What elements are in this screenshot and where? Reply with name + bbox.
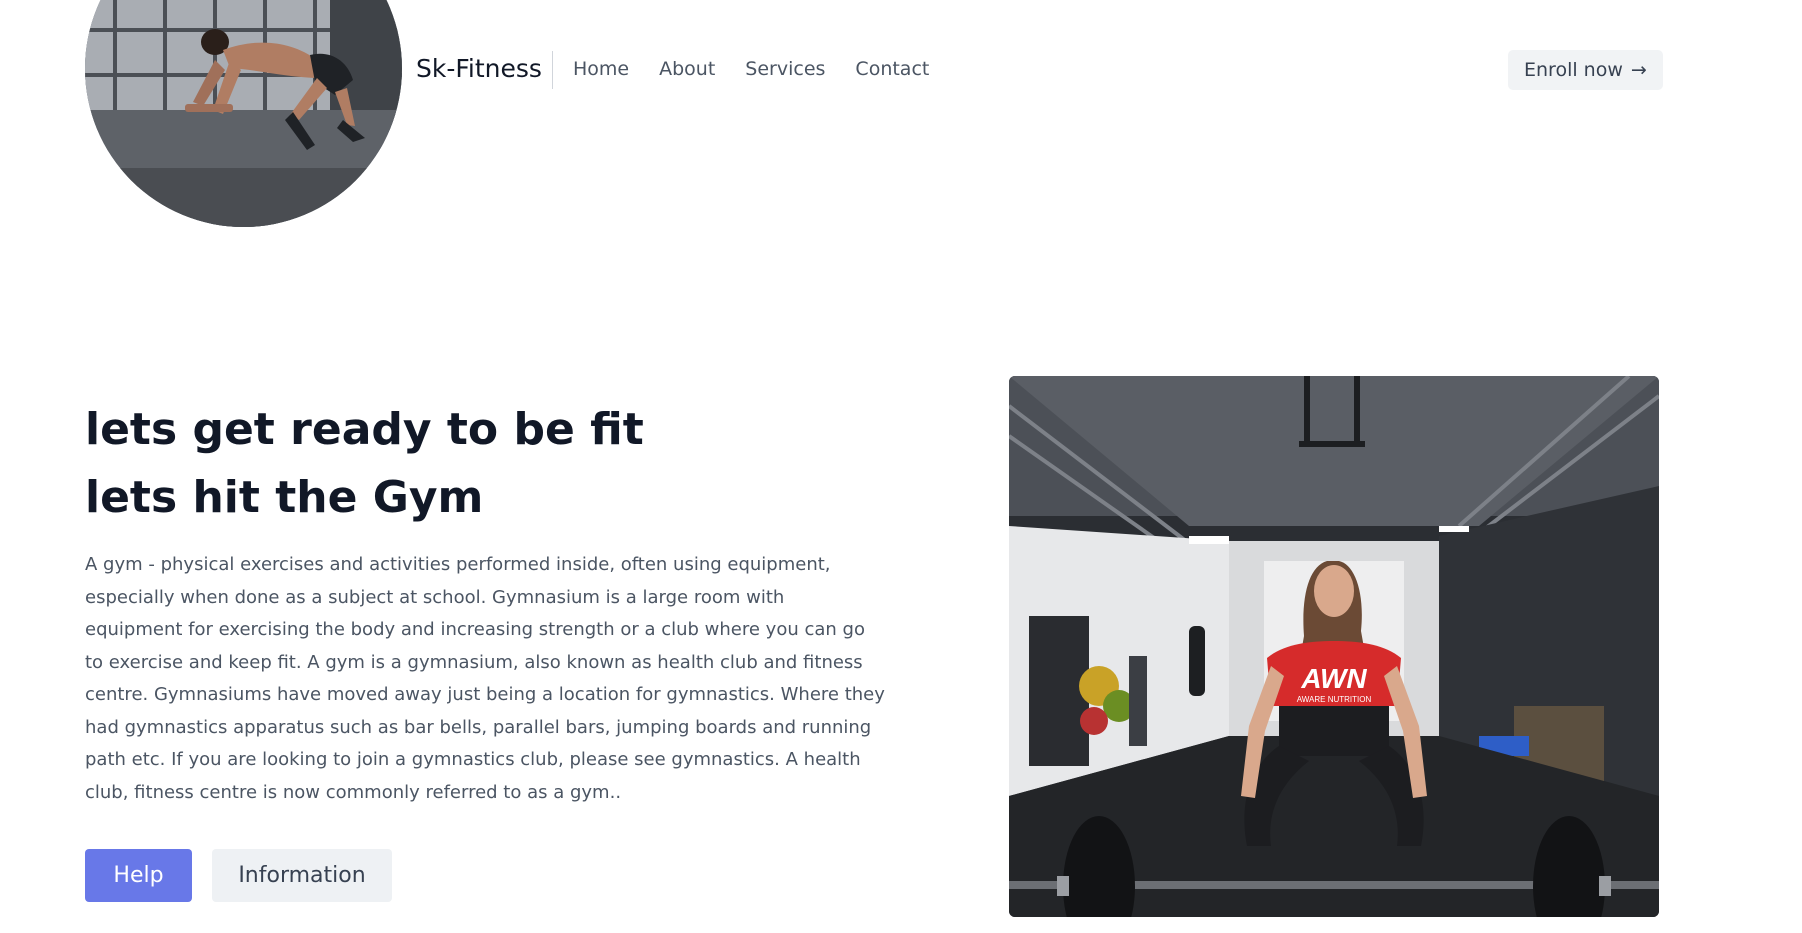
page: Sk-Fitness Home About Services Contact E… [0, 0, 1802, 933]
nav-about-link[interactable]: About [659, 58, 715, 80]
site-header: Sk-Fitness Home About Services Contact E… [0, 0, 1802, 240]
hero-buttons: Help Information [85, 849, 392, 902]
brand-name[interactable]: Sk-Fitness [416, 54, 542, 83]
main-nav: Home About Services Contact [573, 58, 959, 80]
nav-services-link[interactable]: Services [745, 58, 825, 80]
hero-title: lets get ready to be fit lets hit the Gy… [85, 396, 644, 532]
hero-title-line-2: lets hit the Gym [85, 472, 484, 523]
shirt-logo-text: AWN [1300, 663, 1367, 694]
information-button[interactable]: Information [212, 849, 392, 902]
arrow-right-icon: → [1630, 59, 1647, 81]
nav-contact-link[interactable]: Contact [855, 58, 929, 80]
logo-photo[interactable] [85, 0, 402, 227]
nav-home-link[interactable]: Home [573, 58, 629, 80]
enroll-now-label: Enroll now [1524, 59, 1623, 81]
shirt-logo-subtext: AWARE NUTRITION [1297, 695, 1372, 704]
enroll-now-button[interactable]: Enroll now → [1508, 50, 1663, 90]
header-divider [552, 51, 553, 89]
hero-description: A gym - physical exercises and activitie… [85, 554, 885, 803]
help-button[interactable]: Help [85, 849, 192, 902]
hero-title-line-1: lets get ready to be fit [85, 404, 644, 455]
hero-gym-photo: AWN AWARE NUTRITION [1009, 376, 1659, 917]
